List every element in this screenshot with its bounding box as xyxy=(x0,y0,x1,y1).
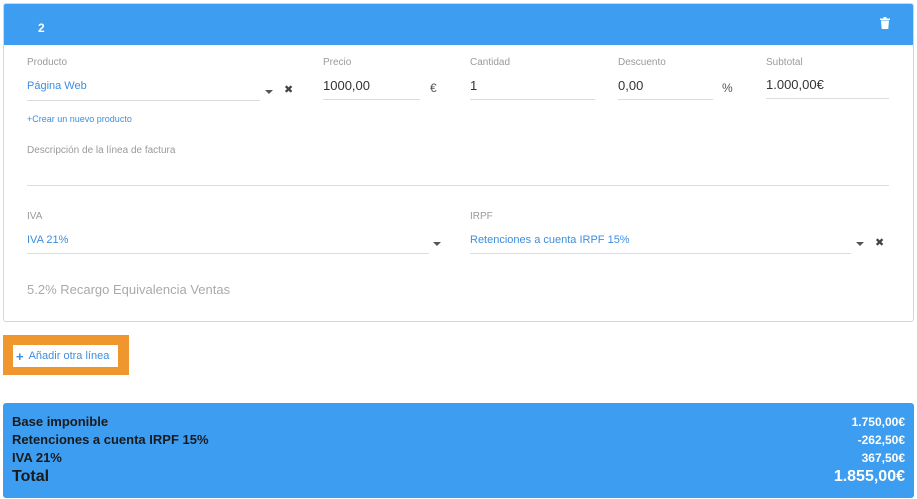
totals-row-retenciones: Retenciones a cuenta IRPF 15% -262,50€ xyxy=(12,432,905,447)
iva-total-label: IVA 21% xyxy=(12,450,62,465)
product-select[interactable]: Página Web xyxy=(27,80,87,92)
subtotal-underline xyxy=(766,98,889,99)
clear-product-icon[interactable]: ✖ xyxy=(284,83,293,96)
iva-label: IVA xyxy=(27,211,43,222)
iva-select[interactable]: IVA 21% xyxy=(27,234,68,246)
irpf-label: IRPF xyxy=(470,211,493,222)
total-amount: 1.855,00€ xyxy=(833,468,905,485)
irpf-select[interactable]: Retenciones a cuenta IRPF 15% xyxy=(470,234,630,246)
discount-label: Descuento xyxy=(618,57,666,68)
chevron-down-icon[interactable] xyxy=(433,242,441,246)
quantity-underline xyxy=(470,99,595,100)
recargo-equivalencia[interactable]: 5.2% Recargo Equivalencia Ventas xyxy=(27,282,230,297)
clear-irpf-icon[interactable]: ✖ xyxy=(875,236,884,249)
price-unit: € xyxy=(430,81,437,95)
retenciones-amount: -262,50€ xyxy=(857,433,905,447)
base-label: Base imponible xyxy=(12,414,109,429)
trash-icon[interactable] xyxy=(880,17,890,29)
quantity-label: Cantidad xyxy=(470,57,511,68)
retenciones-label: Retenciones a cuenta IRPF 15% xyxy=(12,432,209,447)
quantity-input[interactable]: 1 xyxy=(470,78,477,93)
iva-total-amount: 367,50€ xyxy=(861,451,905,465)
subtotal-value: 1.000,00€ xyxy=(766,77,824,92)
chevron-down-icon[interactable] xyxy=(856,242,864,246)
price-label: Precio xyxy=(323,57,352,68)
chevron-down-icon[interactable] xyxy=(265,90,273,94)
totals-row-iva: IVA 21% 367,50€ xyxy=(12,450,905,465)
total-label: Total xyxy=(12,468,50,485)
add-line-button[interactable]: + Añadir otra línea xyxy=(13,345,118,367)
product-underline xyxy=(27,100,260,101)
base-amount: 1.750,00€ xyxy=(851,415,905,429)
product-label: Producto xyxy=(27,57,68,68)
add-line-label: Añadir otra línea xyxy=(28,350,110,362)
irpf-underline xyxy=(470,253,851,254)
price-input[interactable]: 1000,00 xyxy=(323,78,370,93)
totals-panel: Base imponible 1.750,00€ Retenciones a c… xyxy=(3,403,914,498)
discount-unit: % xyxy=(722,81,733,95)
discount-input[interactable]: 0,00 xyxy=(618,78,643,93)
plus-icon: + xyxy=(16,348,24,364)
price-underline xyxy=(323,99,420,100)
invoice-line-card: 2 Producto Página Web ✖ Precio 1000,00 €… xyxy=(3,3,914,322)
create-product-link[interactable]: +Crear un nuevo producto xyxy=(27,114,132,124)
description-input[interactable] xyxy=(27,185,889,186)
iva-underline xyxy=(27,253,429,254)
totals-row-total: Total 1.855,00€ xyxy=(12,468,905,486)
description-label: Descripción de la línea de factura xyxy=(27,145,176,156)
invoice-line-header: 2 xyxy=(4,4,913,45)
discount-underline xyxy=(618,99,713,100)
totals-row-base: Base imponible 1.750,00€ xyxy=(12,414,905,429)
line-number: 2 xyxy=(38,21,45,35)
subtotal-label: Subtotal xyxy=(766,57,803,68)
